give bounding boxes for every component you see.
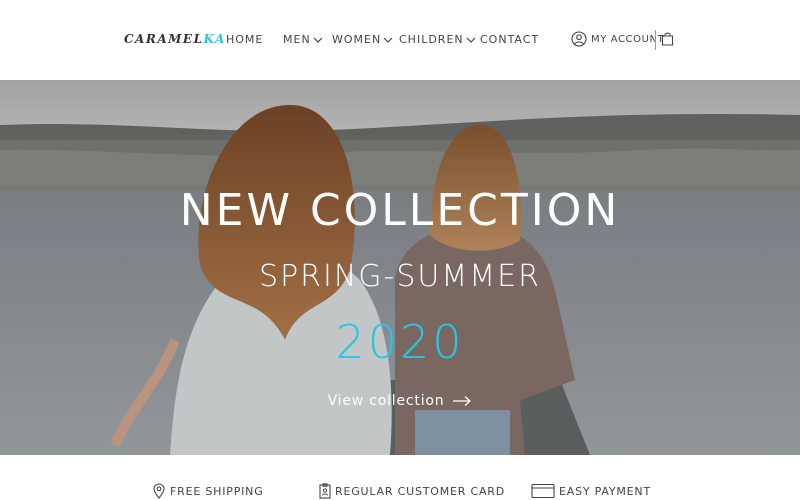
header-divider — [655, 30, 656, 50]
features-strip: FREE SHIPPING REGULAR CUSTOMER CARD EASY… — [0, 455, 800, 500]
feature-label: EASY PAYMENT — [559, 484, 651, 498]
logo-main-text: CARAMEL — [124, 32, 204, 46]
hero-subtitle: SPRING-SUMMER — [259, 259, 541, 294]
view-collection-link[interactable]: View collection — [0, 393, 800, 409]
location-pin-icon — [153, 483, 165, 499]
nav-item-children[interactable]: CHILDREN — [399, 33, 476, 46]
hero-year: 2020 — [335, 315, 465, 369]
badge-card-icon — [319, 483, 331, 499]
my-account-link[interactable]: MY ACCOUNT — [571, 31, 664, 47]
nav-item-label: MEN — [283, 33, 311, 46]
cart-button[interactable] — [661, 31, 674, 50]
feature-label: FREE SHIPPING — [170, 484, 264, 498]
shopping-bag-icon — [661, 32, 674, 46]
nav-item-label: CHILDREN — [399, 33, 464, 46]
nav-item-label: HOME — [226, 33, 264, 46]
my-account-label: MY ACCOUNT — [591, 33, 665, 45]
arrow-right-icon — [453, 396, 472, 406]
chevron-down-icon — [313, 37, 323, 43]
nav-item-label: WOMEN — [332, 33, 382, 46]
view-collection-label: View collection — [327, 393, 445, 409]
feature-easy-payment: EASY PAYMENT — [531, 483, 651, 499]
logo-accent-text: KA — [203, 32, 226, 46]
nav-item-label: CONTACT — [480, 33, 540, 46]
brand-logo[interactable]: CARAMELKA — [124, 32, 226, 46]
nav-item-contact[interactable]: CONTACT — [480, 33, 539, 46]
chevron-down-icon — [383, 37, 393, 43]
nav-item-home[interactable]: HOME — [226, 33, 263, 46]
nav-item-women[interactable]: WOMEN — [332, 33, 393, 46]
hero-banner: NEW COLLECTION SPRING-SUMMER 2020 View c… — [0, 80, 800, 455]
feature-free-shipping: FREE SHIPPING — [152, 483, 264, 499]
credit-card-icon — [531, 483, 555, 499]
feature-label: REGULAR CUSTOMER CARD — [335, 484, 506, 498]
nav-item-men[interactable]: MEN — [283, 33, 323, 46]
site-header: CARAMELKA HOME MEN WOMEN CHILDREN CONTAC… — [0, 0, 800, 80]
feature-customer-card: REGULAR CUSTOMER CARD — [319, 483, 505, 499]
user-icon — [571, 31, 587, 47]
chevron-down-icon — [466, 37, 476, 43]
hero-title: NEW COLLECTION — [179, 185, 621, 236]
